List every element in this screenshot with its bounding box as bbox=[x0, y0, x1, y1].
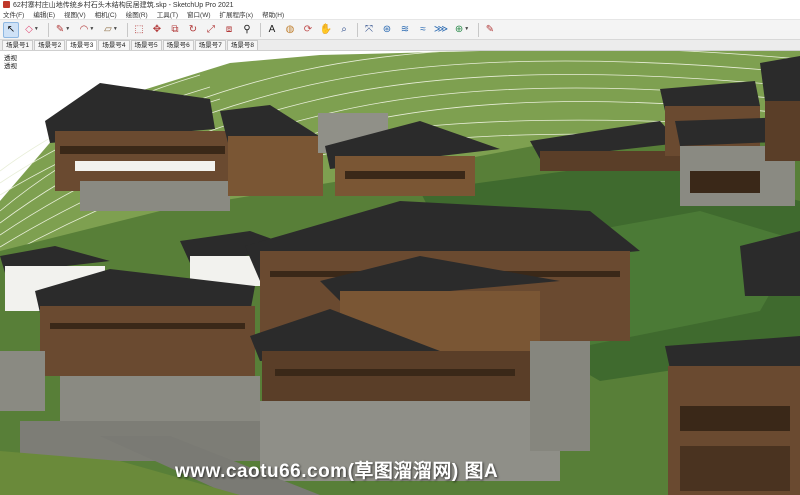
toolbar-separator bbox=[48, 22, 49, 37]
pencil-line-icon: ✎ bbox=[55, 23, 65, 35]
offset-icon: ⧈ bbox=[225, 23, 233, 35]
tape-measure-tool-button[interactable]: ⚲ bbox=[239, 22, 255, 38]
scene-tab[interactable]: 场景号6 bbox=[162, 40, 194, 50]
watermark-text: www.caotu66.com(草图溜溜网) 图A bbox=[175, 461, 499, 482]
pencil-line-tool-button[interactable]: ✎ ▼ bbox=[52, 22, 74, 38]
orbit-tool-button[interactable]: ⟳ bbox=[300, 22, 316, 38]
paint-bucket-tool-button[interactable]: ◍ bbox=[282, 22, 298, 38]
menu-item[interactable]: 绘图(R) bbox=[126, 9, 148, 19]
scene-tab[interactable]: 场景号1 bbox=[2, 40, 34, 50]
zoom-extents-icon: ⤧ bbox=[365, 23, 373, 35]
components-icon: ⊛ bbox=[382, 23, 392, 35]
layers-tool-button[interactable]: ⋙ bbox=[433, 22, 449, 38]
menu-item[interactable]: 窗口(W) bbox=[187, 9, 210, 19]
layers-icon: ⋙ bbox=[433, 23, 449, 35]
arc-tool-button[interactable]: ◠ ▼ bbox=[76, 22, 98, 38]
drawing-viewport[interactable]: 透视 透视 bbox=[0, 51, 800, 495]
scene-tab[interactable]: 场景号7 bbox=[194, 40, 226, 50]
edit-note-icon: ✎ bbox=[485, 23, 495, 35]
chevron-down-icon: ▼ bbox=[112, 26, 118, 32]
toolbar-separator bbox=[260, 22, 261, 37]
rectangle-icon: ▱ bbox=[104, 23, 112, 35]
styles-tool-button[interactable]: ≈ bbox=[415, 22, 431, 38]
move-tool-button[interactable]: ✥ bbox=[149, 22, 165, 38]
eraser-tool-button[interactable]: ◇ ▼ bbox=[21, 22, 43, 38]
rotate-icon: ↻ bbox=[188, 23, 198, 35]
menu-item[interactable]: 视图(V) bbox=[64, 9, 86, 19]
menu-bar: 文件(F) 编辑(E) 视图(V) 相机(C) 绘图(R) 工具(T) 窗口(W) 扩展程序(… bbox=[0, 9, 800, 20]
camera-label: 透视 透视 bbox=[4, 55, 17, 70]
sketchup-logo-icon bbox=[3, 1, 10, 8]
scene-tab[interactable]: 场景号5 bbox=[130, 40, 162, 50]
follow-me-tool-button[interactable]: ⧉ bbox=[167, 22, 183, 38]
menu-item[interactable]: 扩展程序(x) bbox=[220, 9, 254, 19]
toolbar-separator bbox=[127, 22, 128, 37]
main-toolbar: ↖ ◇ ▼ ✎ ▼ ◠ ▼ ▱ ▼ ⬚ ✥ ⧉ ↻ ⤢ ⧈ ⚲ A ◍ ⟳ ✋ ⌕ ⤧ ⊛ ≋ ≈ ⋙ ⊕ ▼ ✎ bbox=[0, 20, 800, 40]
toolbar-separator bbox=[357, 22, 358, 37]
title-bar: 62村寨村庄山地传统乡村石头木结构民居建筑.skp - SketchUp Pro… bbox=[0, 0, 800, 9]
arc-icon: ◠ bbox=[79, 23, 89, 35]
chevron-down-icon: ▼ bbox=[33, 26, 39, 32]
orbit-icon: ⟳ bbox=[303, 23, 313, 35]
push-pull-icon: ⬚ bbox=[134, 23, 144, 35]
scene-tab[interactable]: 场景号3 bbox=[66, 40, 98, 50]
zoom-extents-tool-button[interactable]: ⤧ bbox=[361, 22, 377, 38]
text-icon: A bbox=[268, 23, 276, 35]
tape-measure-icon: ⚲ bbox=[243, 23, 251, 35]
chevron-down-icon: ▼ bbox=[89, 26, 95, 32]
zoom-tool-button[interactable]: ⌕ bbox=[336, 22, 352, 38]
scale-icon: ⤢ bbox=[207, 23, 215, 35]
geo-location-tool-button[interactable]: ⊕ ▼ bbox=[451, 22, 473, 38]
chevron-down-icon: ▼ bbox=[464, 26, 470, 32]
edit-note-tool-button[interactable]: ✎ bbox=[482, 22, 498, 38]
pan-icon: ✋ bbox=[319, 23, 333, 35]
scene-tab[interactable]: 场景号4 bbox=[98, 40, 130, 50]
materials-icon: ≋ bbox=[400, 23, 410, 35]
menu-item[interactable]: 帮助(H) bbox=[262, 9, 284, 19]
text-tool-button[interactable]: A bbox=[264, 22, 280, 38]
scale-tool-button[interactable]: ⤢ bbox=[203, 22, 219, 38]
menu-item[interactable]: 文件(F) bbox=[3, 9, 24, 19]
pan-tool-button[interactable]: ✋ bbox=[318, 22, 334, 38]
push-pull-tool-button[interactable]: ⬚ bbox=[131, 22, 147, 38]
rotate-tool-button[interactable]: ↻ bbox=[185, 22, 201, 38]
geo-location-icon: ⊕ bbox=[454, 23, 464, 35]
components-tool-button[interactable]: ⊛ bbox=[379, 22, 395, 38]
menu-item[interactable]: 工具(T) bbox=[157, 9, 178, 19]
eraser-icon: ◇ bbox=[25, 23, 33, 35]
scene-tabs-bar: 场景号1 场景号2 场景号3 场景号4 场景号5 场景号6 场景号7 场景号8 bbox=[0, 40, 800, 51]
follow-me-icon: ⧉ bbox=[171, 23, 179, 35]
scene-tab[interactable]: 场景号2 bbox=[34, 40, 66, 50]
select-tool-button[interactable]: ↖ bbox=[3, 21, 19, 38]
menu-item[interactable]: 相机(C) bbox=[95, 9, 117, 19]
offset-tool-button[interactable]: ⧈ bbox=[221, 22, 237, 38]
paint-bucket-icon: ◍ bbox=[285, 23, 295, 35]
select-icon: ↖ bbox=[6, 23, 16, 35]
menu-item[interactable]: 编辑(E) bbox=[33, 9, 55, 19]
zoom-icon: ⌕ bbox=[341, 23, 347, 35]
materials-tool-button[interactable]: ≋ bbox=[397, 22, 413, 38]
model-render bbox=[0, 51, 800, 495]
toolbar-separator bbox=[478, 22, 479, 37]
rectangle-tool-button[interactable]: ▱ ▼ bbox=[100, 22, 122, 38]
scene-tab[interactable]: 场景号8 bbox=[226, 40, 258, 50]
styles-icon: ≈ bbox=[420, 23, 426, 35]
chevron-down-icon: ▼ bbox=[65, 26, 71, 32]
move-icon: ✥ bbox=[152, 23, 162, 35]
